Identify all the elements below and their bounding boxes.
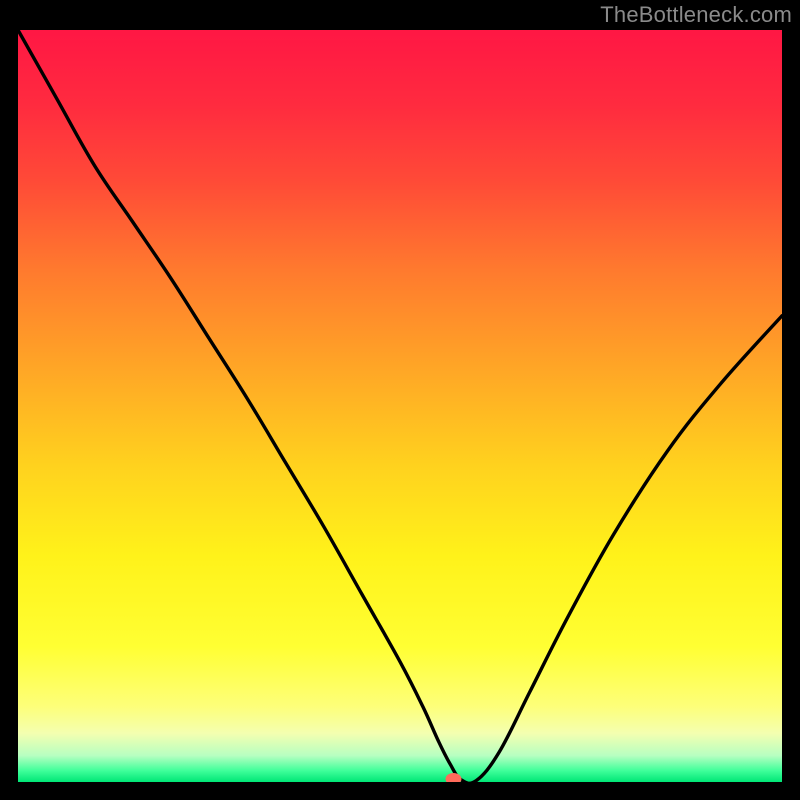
plot-area	[18, 30, 782, 782]
bottleneck-chart-svg	[18, 30, 782, 782]
gradient-background	[18, 30, 782, 782]
watermark-label: TheBottleneck.com	[600, 2, 792, 28]
chart-frame: TheBottleneck.com	[0, 0, 800, 800]
